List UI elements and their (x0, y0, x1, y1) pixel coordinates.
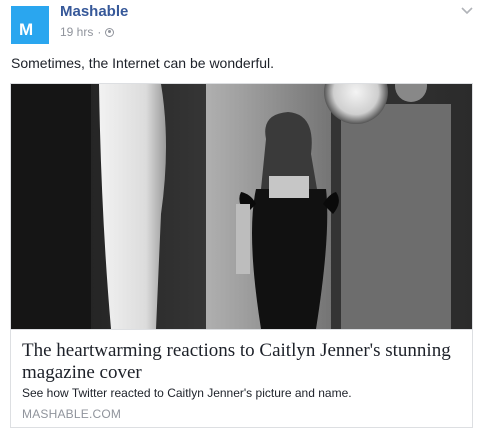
page-name-link[interactable]: Mashable (60, 3, 128, 20)
page-avatar[interactable]: M (11, 6, 49, 44)
post-timestamp[interactable]: 19 hrs (60, 25, 93, 39)
photo-illustration (11, 84, 472, 329)
post-status-text: Sometimes, the Internet can be wonderful… (11, 55, 275, 71)
post-meta: 19 hrs · (60, 25, 115, 39)
meta-separator: · (97, 25, 102, 39)
attachment-photo[interactable] (11, 84, 472, 329)
globe-icon[interactable] (105, 27, 115, 37)
attachment-description: See how Twitter reacted to Caitlyn Jenne… (22, 386, 352, 400)
avatar-letter: M (19, 20, 34, 39)
attachment-title[interactable]: The heartwarming reactions to Caitlyn Je… (22, 340, 462, 384)
chevron-down-icon[interactable] (460, 6, 474, 16)
link-attachment[interactable]: The heartwarming reactions to Caitlyn Je… (10, 83, 473, 428)
attachment-domain: MASHABLE.COM (22, 407, 122, 421)
attachment-details[interactable]: The heartwarming reactions to Caitlyn Je… (11, 329, 472, 427)
post-card: M Mashable 19 hrs · Sometimes, the Inter… (0, 0, 484, 440)
